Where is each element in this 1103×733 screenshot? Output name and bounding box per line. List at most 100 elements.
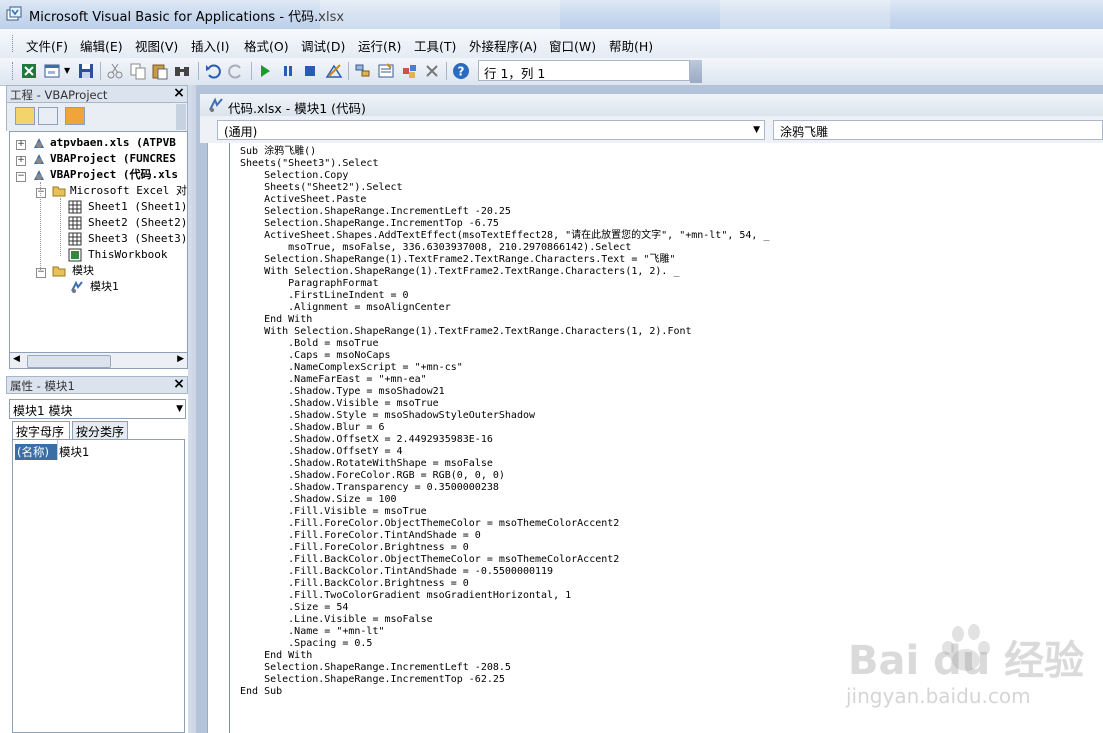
code-line[interactable]: Selection.ShapeRange.IncrementTop -62.25 [240, 674, 770, 686]
code-line[interactable]: Sub 涂鸦飞雕() [240, 146, 770, 158]
code-line[interactable]: .Alignment = msoAlignCenter [240, 302, 770, 314]
toolbar-options-button[interactable] [690, 60, 702, 83]
expand-icon[interactable]: + [16, 140, 26, 150]
collapse-icon[interactable]: − [16, 172, 26, 182]
code-line[interactable]: Selection.ShapeRange.IncrementTop -6.75 [240, 218, 770, 230]
scroll-thumb[interactable] [27, 355, 111, 368]
properties-object-select[interactable]: 模块1 模块 ▼ [9, 399, 186, 419]
code-line[interactable]: .FirstLineIndent = 0 [240, 290, 770, 302]
code-line[interactable]: .Fill.BackColor.Brightness = 0 [240, 578, 770, 590]
code-line[interactable]: .Line.Visible = msoFalse [240, 614, 770, 626]
toolbox-icon[interactable] [423, 62, 441, 80]
code-line[interactable]: .Fill.ForeColor.TintAndShade = 0 [240, 530, 770, 542]
menu-help[interactable]: 帮助(H) [609, 36, 653, 55]
insert-dropdown-icon[interactable]: ▼ [64, 66, 70, 75]
menu-grip[interactable] [12, 35, 16, 52]
code-line[interactable]: With Selection.ShapeRange(1).TextFrame2.… [240, 326, 770, 338]
chevron-down-icon[interactable]: ▼ [753, 125, 760, 135]
code-line[interactable]: Selection.Copy [240, 170, 770, 182]
expand-icon[interactable]: + [16, 156, 26, 166]
chevron-down-icon[interactable]: ▼ [176, 404, 183, 414]
tree-item-module1[interactable]: 模块1 [90, 279, 119, 295]
margin-indicator-bar[interactable] [208, 143, 230, 733]
collapse-icon[interactable]: − [36, 268, 46, 278]
code-line[interactable]: End With [240, 650, 770, 662]
tab-categorized[interactable]: 按分类序 [72, 421, 128, 439]
tree-item-atpvbaen[interactable]: atpvbaen.xls (ATPVB [50, 135, 176, 151]
code-line[interactable]: ParagraphFormat [240, 278, 770, 290]
reset-icon[interactable] [301, 62, 319, 80]
tree-item-modules-folder[interactable]: 模块 [72, 263, 94, 279]
menu-addins[interactable]: 外接程序(A) [469, 36, 537, 55]
code-line[interactable]: .Shadow.Transparency = 0.3500000238 [240, 482, 770, 494]
object-dropdown[interactable]: (通用) ▼ [217, 120, 765, 140]
insert-userform-icon[interactable] [43, 62, 61, 80]
help-icon[interactable]: ? [452, 62, 470, 80]
menu-window[interactable]: 窗口(W) [549, 36, 596, 55]
menu-file[interactable]: 文件(F) [26, 36, 68, 55]
code-line[interactable]: .Shadow.Style = msoShadowStyleOuterShado… [240, 410, 770, 422]
code-line[interactable]: .Fill.BackColor.TintAndShade = -0.550000… [240, 566, 770, 578]
save-icon[interactable] [77, 62, 95, 80]
code-line[interactable]: With Selection.ShapeRange(1).TextFrame2.… [240, 266, 770, 278]
code-line[interactable]: .Fill.ForeColor.ObjectThemeColor = msoTh… [240, 518, 770, 530]
code-line[interactable]: Selection.ShapeRange.IncrementLeft -208.… [240, 662, 770, 674]
scroll-right-icon[interactable]: ▶ [177, 354, 184, 364]
property-row[interactable]: (名称) 模块1 [15, 444, 89, 460]
run-icon[interactable] [256, 62, 274, 80]
properties-panel-close-icon[interactable]: × [172, 377, 186, 392]
view-code-button[interactable] [15, 107, 35, 125]
code-line[interactable]: msoTrue, msoFalse, 336.6303937008, 210.2… [240, 242, 770, 254]
code-line[interactable]: .Name = "+mn-lt" [240, 626, 770, 638]
project-explorer-icon[interactable] [354, 62, 372, 80]
code-line[interactable]: .Shadow.Type = msoShadow21 [240, 386, 770, 398]
tree-item-sheet1[interactable]: Sheet1 (Sheet1) [88, 199, 187, 215]
code-line[interactable]: .NameComplexScript = "+mn-cs" [240, 362, 770, 374]
project-horizontal-scrollbar[interactable]: ◀ ▶ [9, 352, 188, 369]
code-line[interactable]: .Shadow.Blur = 6 [240, 422, 770, 434]
break-icon[interactable] [279, 62, 297, 80]
menu-format[interactable]: 格式(O) [244, 36, 289, 55]
toggle-folders-button[interactable] [65, 107, 85, 125]
code-line[interactable]: .Caps = msoNoCaps [240, 350, 770, 362]
code-line[interactable]: .Spacing = 0.5 [240, 638, 770, 650]
code-line[interactable]: .Size = 54 [240, 602, 770, 614]
code-line[interactable]: .Bold = msoTrue [240, 338, 770, 350]
code-line[interactable]: Selection.ShapeRange(1).TextFrame2.TextR… [240, 254, 770, 266]
tree-item-sheet3[interactable]: Sheet3 (Sheet3) [88, 231, 187, 247]
code-line[interactable]: .NameFarEast = "+mn-ea" [240, 374, 770, 386]
menu-tools[interactable]: 工具(T) [414, 36, 456, 55]
tree-item-vbaproject-main[interactable]: VBAProject (代码.xls [50, 167, 178, 183]
find-icon[interactable] [173, 62, 191, 80]
code-line[interactable]: .Fill.Visible = msoTrue [240, 506, 770, 518]
cut-icon[interactable] [106, 62, 124, 80]
tree-item-thisworkbook[interactable]: ThisWorkbook [88, 247, 167, 263]
menu-run[interactable]: 运行(R) [358, 36, 401, 55]
design-mode-icon[interactable] [325, 62, 343, 80]
code-line[interactable]: .Shadow.OffsetY = 4 [240, 446, 770, 458]
menu-debug[interactable]: 调试(D) [301, 36, 345, 55]
project-panel-close-icon[interactable]: × [172, 86, 186, 101]
code-line[interactable]: .Shadow.ForeColor.RGB = RGB(0, 0, 0) [240, 470, 770, 482]
code-line[interactable]: .Shadow.Visible = msoTrue [240, 398, 770, 410]
code-line[interactable]: Sheets("Sheet2").Select [240, 182, 770, 194]
tree-item-excel-objects[interactable]: Microsoft Excel 对象 [70, 183, 187, 199]
project-panel-scroll-up[interactable] [176, 104, 186, 130]
toolbar-grip[interactable] [12, 62, 16, 80]
code-line[interactable]: .Shadow.RotateWithShape = msoFalse [240, 458, 770, 470]
paste-icon[interactable] [151, 62, 169, 80]
tab-alphabetic[interactable]: 按字母序 [12, 421, 70, 439]
tree-item-funcres[interactable]: VBAProject (FUNCRES [50, 151, 176, 167]
menu-insert[interactable]: 插入(I) [191, 36, 229, 55]
view-object-button[interactable] [38, 107, 58, 125]
code-line[interactable]: .Shadow.Size = 100 [240, 494, 770, 506]
code-line[interactable]: .Fill.TwoColorGradient msoGradientHorizo… [240, 590, 770, 602]
copy-icon[interactable] [129, 62, 147, 80]
collapse-icon[interactable]: − [36, 188, 46, 198]
code-line[interactable]: End Sub [240, 686, 770, 698]
redo-icon[interactable] [227, 62, 245, 80]
menu-view[interactable]: 视图(V) [135, 36, 178, 55]
code-line[interactable]: .Fill.BackColor.ObjectThemeColor = msoTh… [240, 554, 770, 566]
code-line[interactable]: .Shadow.OffsetX = 2.4492935983E-16 [240, 434, 770, 446]
menu-edit[interactable]: 编辑(E) [80, 36, 123, 55]
